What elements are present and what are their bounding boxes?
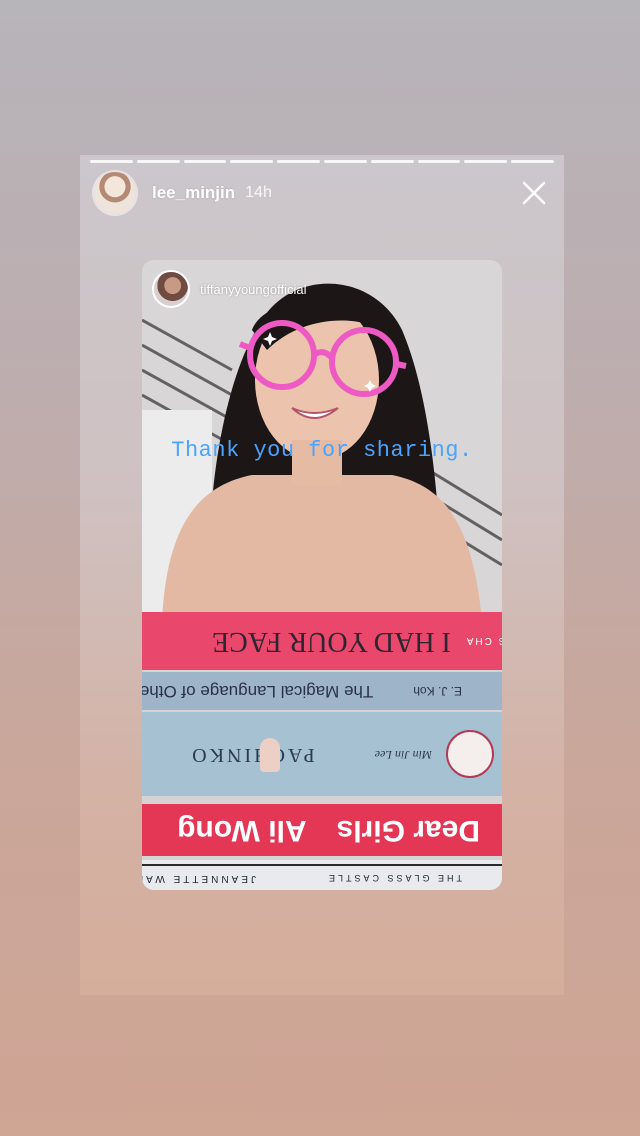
progress-segment (90, 160, 133, 163)
book-author: E. J. Koh (413, 684, 462, 698)
book-author: Ali Wong (177, 814, 307, 847)
book-title: The Magical Language of Others (142, 682, 374, 701)
story-username[interactable]: lee_minjin (152, 183, 235, 203)
book-author: Min Jin Lee (374, 747, 432, 762)
figure-illustration (260, 738, 280, 772)
book-spine: THE GLASS CASTLE JEANNETTE WALLS (142, 860, 502, 890)
book-title: I HAD YOUR FACE (212, 626, 451, 657)
story-frame[interactable]: lee_minjin 14h tiffanyyoungofficial Than… (80, 155, 564, 995)
book-author: JEANNETTE WALLS (142, 872, 256, 884)
book-title: THE GLASS CASTLE (325, 873, 462, 883)
book-spine: Min Jin Lee PACHINKO (142, 712, 502, 796)
progress-segment (230, 160, 274, 163)
close-icon[interactable] (518, 177, 550, 209)
progress-segment (511, 160, 554, 163)
shared-post-header: tiffanyyoungofficial (152, 270, 306, 308)
book-title: PACHINKO (189, 743, 315, 766)
book-title: Dear Girls (336, 814, 480, 847)
progress-segment (277, 160, 320, 163)
book-spine: Dear Girls Ali Wong (142, 804, 502, 856)
shared-username[interactable]: tiffanyyoungofficial (200, 282, 306, 297)
award-badge-icon (446, 730, 494, 778)
story-header: lee_minjin 14h (94, 171, 550, 215)
book-spine: FRANCES CHA I HAD YOUR FACE (142, 612, 502, 670)
progress-segment (136, 160, 180, 163)
progress-segment (323, 160, 367, 163)
story-progress-bar (90, 160, 554, 163)
user-avatar[interactable] (94, 172, 136, 214)
progress-segment (370, 160, 414, 163)
progress-segment (464, 160, 508, 163)
shared-user-avatar[interactable] (152, 270, 190, 308)
progress-segment (183, 160, 227, 163)
story-timestamp: 14h (245, 184, 272, 201)
overlay-text: Thank you for sharing. (171, 438, 473, 463)
book-stripe (142, 864, 502, 866)
book-stack: FRANCES CHA I HAD YOUR FACE E. J. Koh Th… (142, 612, 502, 890)
book-author: FRANCES CHA (464, 635, 502, 647)
shared-post-card[interactable]: tiffanyyoungofficial Thank you for shari… (142, 260, 502, 890)
book-spine: E. J. Koh The Magical Language of Others (142, 672, 502, 710)
progress-segment (417, 160, 461, 163)
